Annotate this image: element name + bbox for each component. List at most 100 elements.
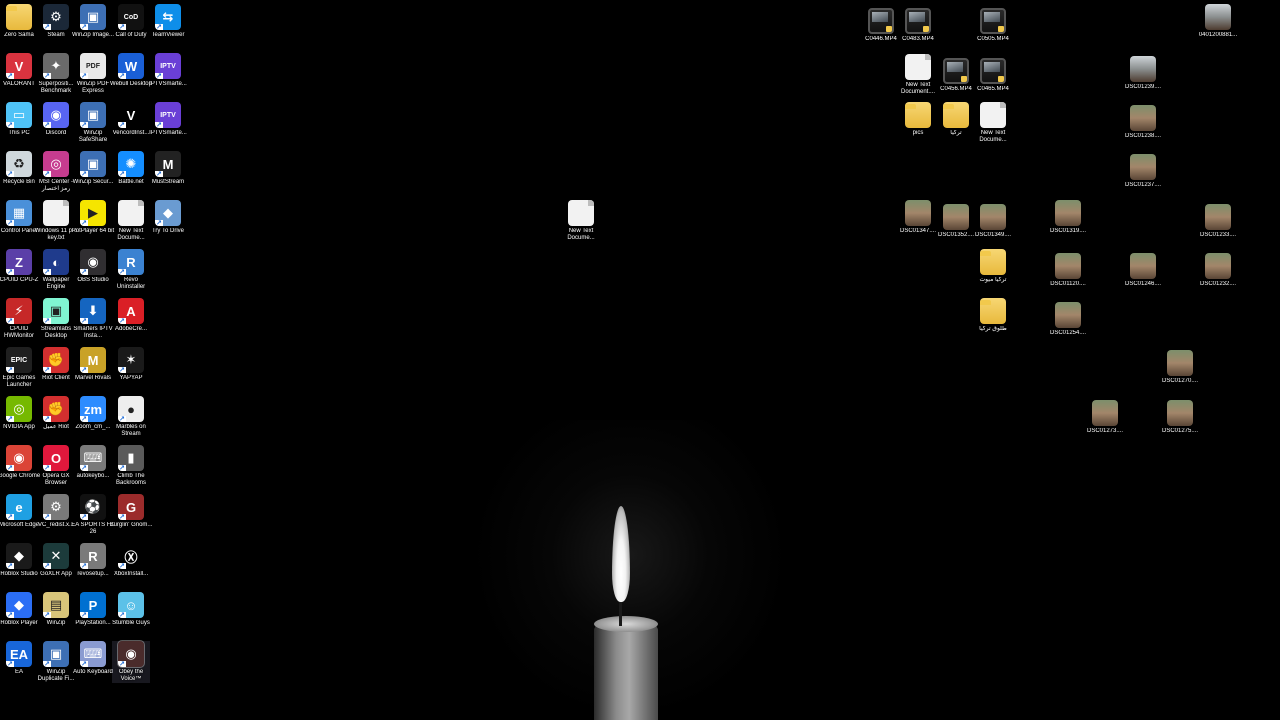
microsoft-edge-shortcut[interactable]: eMicrosoft Edge — [0, 494, 39, 529]
burglin-gnomes-shortcut[interactable]: G Burglin' Gnom... — [110, 494, 152, 529]
vencord-shortcut[interactable]: VVencordInst... — [112, 102, 150, 137]
smarters-iptv-shortcut[interactable]: ⬇Smarters IPTV Insta... — [73, 298, 113, 340]
photo-0401200881[interactable]: 0401200881... — [1199, 4, 1237, 39]
winzip-duplicate-shortcut[interactable]: ▣WinZip Duplicate Fi... — [37, 641, 75, 683]
stumble-guys-shortcut[interactable]: ☺ Stumble Guys — [112, 592, 150, 627]
obs-studio-shortcut[interactable]: ◉OBS Studio — [74, 249, 112, 284]
battlenet-shortcut[interactable]: ✺Battle.net — [112, 151, 150, 186]
webull-shortcut[interactable]: WWebull Desktop — [110, 53, 152, 88]
video-c0456[interactable]: C0456.MP4 — [937, 58, 975, 93]
wallpaper-engine-shortcut[interactable]: ◐Wallpaper Engine — [37, 249, 75, 291]
photo-dsc01352[interactable]: DSC01352.... — [937, 204, 975, 239]
teamviewer-shortcut[interactable]: ⇆ TeamViewer — [149, 4, 187, 39]
riot-client-shortcut[interactable]: ✊Riot Client — [37, 347, 75, 382]
control-panel-shortcut[interactable]: ▦Control Panel — [0, 200, 38, 235]
roblox-studio-shortcut[interactable]: ◆Roblox Studio — [0, 543, 38, 578]
auto-keyboard-shortcut[interactable]: ⌨Auto Keyboard — [73, 641, 113, 676]
steam-shortcut[interactable]: ⚙Steam — [37, 4, 75, 39]
winzip-safeshare-shortcut[interactable]: ▣WinZip SafeShare — [74, 102, 112, 144]
this-pc-shortcut[interactable]: ▭This PC — [0, 102, 38, 137]
playstation-shortcut[interactable]: PPlayStation... — [74, 592, 112, 627]
valorant-shortcut[interactable]: VVALORANT — [0, 53, 38, 88]
winzip-pdf-shortcut[interactable]: PDFWinZip PDF Express — [74, 53, 112, 95]
winzip-image-shortcut[interactable]: ▣WinZip Image... — [72, 4, 114, 39]
photo-dsc01239[interactable]: DSC01239.... — [1124, 56, 1162, 91]
epic-games-shortcut[interactable]: EPICEpic Games Launcher — [0, 347, 38, 389]
installer-icon-glyph: ⚙ — [50, 499, 62, 514]
obey-the-voice-shortcut[interactable]: ◉ Obey the Voice™ — [112, 640, 150, 683]
photo-dsc01319[interactable]: DSC01319.... — [1049, 200, 1087, 235]
marbles-on-stream-shortcut[interactable]: ● Marbles on Stream — [112, 396, 150, 438]
ea-shortcut[interactable]: EAEA — [0, 641, 38, 676]
winzip-secure-shortcut[interactable]: ▣WinZip Secur... — [73, 151, 113, 186]
folder-pics[interactable]: pics — [899, 102, 937, 137]
superposition-shortcut[interactable]: ✦Superpositi... Benchmark — [37, 53, 75, 95]
new-text-document-left[interactable]: New Text Docume... — [112, 200, 150, 242]
folder-turkey[interactable]: تركيا — [937, 102, 975, 137]
adobe-shortcut[interactable]: A AdobeCre... — [112, 298, 150, 333]
iptv-smarters-2-shortcut[interactable]: IPTV IPTVSmarte... — [149, 102, 187, 137]
video-c0505[interactable]: C0505.MP4 — [974, 8, 1012, 43]
photo-dsc01275[interactable]: DSC01275.... — [1161, 400, 1199, 435]
photo-dsc01270[interactable]: DSC01270.... — [1161, 350, 1199, 385]
discord-shortcut[interactable]: ◉Discord — [37, 102, 75, 137]
winzip-shortcut[interactable]: ▤WinZip — [37, 592, 75, 627]
video-c0483[interactable]: C0483.MP4 — [899, 8, 937, 43]
photo-dsc01254[interactable]: DSC01254.... — [1049, 302, 1087, 337]
revosetup-shortcut[interactable]: Rrevosetup... — [74, 543, 112, 578]
new-text-document-center[interactable]: New Text Docume... — [562, 200, 600, 242]
autokeyboard-shortcut[interactable]: ⌨autokeybo... — [74, 445, 112, 480]
photo-dsc01347[interactable]: DSC01347.... — [899, 200, 937, 235]
photo-dsc01246[interactable]: DSC01246.... — [1124, 253, 1162, 288]
goxlr-shortcut[interactable]: ✕GoXLR App — [37, 543, 75, 578]
photo-dsc01237[interactable]: DSC01237.... — [1124, 154, 1162, 189]
windows-key-file[interactable]: Windows 11 pro key.txt — [35, 200, 77, 242]
potplayer-shortcut[interactable]: ▶PotPlayer 64 bit — [72, 200, 114, 235]
photo-file-icon — [1055, 302, 1081, 328]
call-of-duty-shortcut[interactable]: CoDCall of Duty — [112, 4, 150, 39]
zoom-shortcut[interactable]: zmZoom_cm_... — [74, 396, 112, 431]
try-to-drive-icon: ◆ — [155, 200, 181, 226]
potplayer-icon-glyph: ▶ — [88, 205, 98, 220]
vc-redist-shortcut[interactable]: ⚙VC_redist.x... — [37, 494, 75, 529]
try-to-drive-shortcut[interactable]: ◆ Try To Drive — [149, 200, 187, 235]
folder-turkey-videos[interactable]: تركيا ميوت — [974, 249, 1012, 284]
video-c0446[interactable]: C0446.MP4 — [862, 8, 900, 43]
opera-gx-shortcut[interactable]: OOpera GX Browser — [37, 445, 75, 487]
iptv-smarters-1-shortcut[interactable]: IPTV IPTVSmarte... — [149, 53, 187, 88]
text-file-icon — [980, 102, 1006, 128]
icon-label: IPTVSmarte... — [149, 81, 187, 87]
marvel-rivals-shortcut[interactable]: MMarvel Rivals — [74, 347, 112, 382]
riot-arabic-shortcut[interactable]: ✊عميل Riot — [37, 396, 75, 431]
photo-dsc01273[interactable]: DSC01273.... — [1086, 400, 1124, 435]
new-text-document-right-1[interactable]: New Text Document.... — [899, 54, 937, 96]
streamlabs-shortcut[interactable]: ▣Streamlabs Desktop — [37, 298, 75, 340]
ea-sports-fc-shortcut[interactable]: ⚽EA SPORTS FC 26 — [71, 494, 115, 536]
icon-label: New Text Docume... — [979, 130, 1007, 143]
mustream-shortcut[interactable]: M MustStream — [149, 151, 187, 186]
iptv-icon: IPTV — [155, 102, 181, 128]
nvidia-app-shortcut[interactable]: ◎NVIDIA App — [0, 396, 38, 431]
climb-the-backrooms-shortcut[interactable]: ▮ Climb The Backrooms — [112, 445, 150, 487]
steam-icon-glyph: ⚙ — [50, 9, 62, 24]
cpuz-shortcut[interactable]: ZCPUID CPU-Z — [0, 249, 38, 284]
photo-dsc01238[interactable]: DSC01238.... — [1124, 105, 1162, 140]
yapyap-shortcut[interactable]: ✶ YAPYAP — [112, 347, 150, 382]
folder-trabzon-turkey[interactable]: طلوق تركيا — [974, 298, 1012, 333]
photo-dsc01233[interactable]: DSC01233.... — [1199, 204, 1237, 239]
hwmonitor-shortcut[interactable]: ⚡CPUID HWMonitor — [0, 298, 38, 340]
call-of-duty-icon: CoD — [118, 4, 144, 30]
obs-icon-glyph: ◉ — [87, 254, 99, 269]
new-text-document-right-2[interactable]: New Text Docume... — [974, 102, 1012, 144]
photo-dsc01120[interactable]: DSC01120.... — [1049, 253, 1087, 288]
zero-sama-folder[interactable]: Zero Sama — [0, 4, 38, 39]
xbox-installer-shortcut[interactable]: Ⓧ XboxInstall... — [112, 543, 150, 578]
revo-uninstaller-shortcut[interactable]: R Revo Uninstaller — [112, 249, 150, 291]
recycle-bin[interactable]: ♻Recycle Bin — [0, 151, 38, 186]
photo-dsc01349[interactable]: DSC01349.... — [974, 204, 1012, 239]
msi-center-shortcut[interactable]: ◎MSI Center - رمز اختصار — [37, 151, 75, 193]
video-c0465[interactable]: C0465.MP4 — [974, 58, 1012, 93]
photo-dsc01232[interactable]: DSC01232.... — [1199, 253, 1237, 288]
roblox-player-shortcut[interactable]: ◆Roblox Player — [0, 592, 38, 627]
google-chrome-shortcut[interactable]: ◉Google Chrome — [0, 445, 40, 480]
